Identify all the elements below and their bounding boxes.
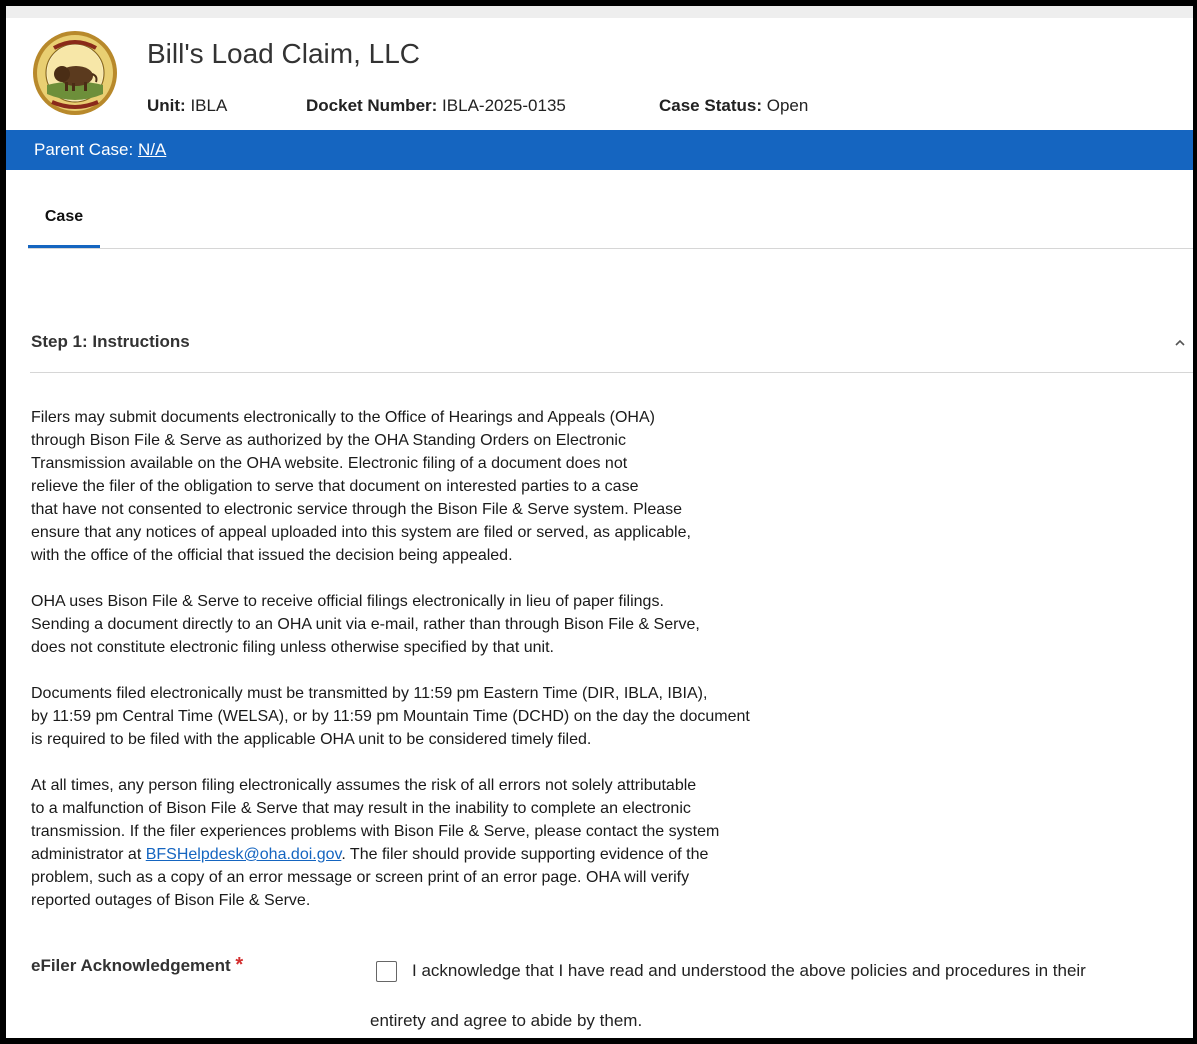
tab-case-label: Case (44, 208, 84, 225)
instructions-paragraph: OHA uses Bison File & Serve to receive o… (31, 593, 700, 656)
acknowledge-checkbox[interactable] (376, 961, 397, 982)
required-marker: * (235, 954, 244, 976)
case-title: Bill's Load Claim, LLC (147, 38, 421, 69)
parent-case-label: Parent Case: (34, 140, 134, 159)
app-window: Bill's Load Claim, LLC Unit: IBLA Docket… (6, 6, 1193, 1038)
case-header: Bill's Load Claim, LLC Unit: IBLA Docket… (6, 18, 1193, 130)
tab-bar: Case (28, 192, 1193, 249)
tab-case[interactable]: Case (28, 192, 100, 248)
section-title: Step 1: Instructions (31, 332, 190, 351)
parent-case-bar: Parent Case: N/A (6, 130, 1193, 170)
case-status-label: Case Status: (659, 96, 762, 115)
case-status-field: Case Status: Open (659, 96, 808, 116)
unit-field: Unit: IBLA (147, 96, 227, 116)
acknowledge-text-line2: entirety and agree to abide by them. (370, 1011, 643, 1030)
unit-label: Unit: (147, 96, 186, 115)
top-strip (6, 6, 1193, 18)
instructions-paragraph: Documents filed electronically must be t… (31, 685, 750, 748)
acknowledge-text-line1: I acknowledge that I have read and under… (412, 961, 1086, 980)
step1-section-header[interactable]: Step 1: Instructions (30, 324, 1193, 373)
docket-value: IBLA-2025-0135 (442, 96, 566, 115)
docket-label: Docket Number: (306, 96, 438, 115)
instructions-paragraph: At all times, any person filing electron… (31, 774, 911, 912)
unit-value: IBLA (190, 96, 228, 115)
instructions-body: Filers may submit documents electronical… (31, 406, 911, 912)
instructions-paragraph: Filers may submit documents electronical… (31, 409, 691, 564)
case-status-value: Open (766, 96, 809, 115)
efiler-acknowledgement-label: eFiler Acknowledgement * (31, 954, 243, 977)
parent-case-link[interactable]: N/A (138, 140, 166, 159)
docket-field: Docket Number: IBLA-2025-0135 (306, 96, 566, 116)
ack-label-text: eFiler Acknowledgement (31, 956, 231, 975)
helpdesk-email-link[interactable]: BFSHelpdesk@oha.doi.gov (146, 846, 342, 863)
doi-seal-icon (33, 31, 117, 115)
active-tab-indicator (28, 245, 100, 248)
chevron-up-icon[interactable] (1173, 336, 1187, 350)
